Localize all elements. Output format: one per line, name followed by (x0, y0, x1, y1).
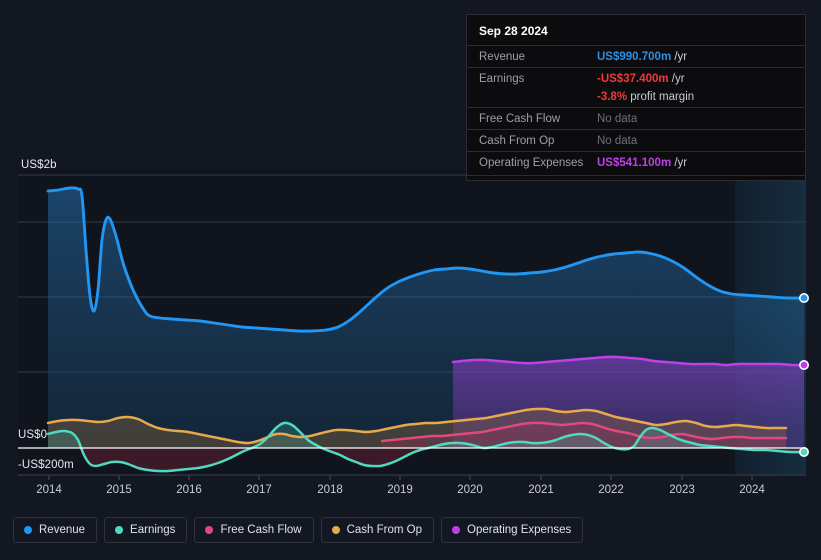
tooltip-row-value: US$990.700m /yr (597, 50, 688, 63)
tooltip-bottom-rule (467, 175, 805, 176)
legend-item-cash-from-op[interactable]: Cash From Op (320, 517, 435, 543)
tooltip-row-value: No data (597, 134, 638, 147)
legend-color-dot-icon (205, 526, 214, 534)
x-axis-tick-label: 2018 (317, 484, 343, 496)
x-axis-tick-label: 2021 (528, 484, 554, 496)
x-axis-tick-label: 2024 (739, 484, 765, 496)
legend-item-operating-expenses[interactable]: Operating Expenses (441, 517, 584, 543)
legend-item-label: Operating Expenses (467, 524, 572, 536)
x-axis-tick-label: 2020 (457, 484, 483, 496)
tooltip-row: Free Cash Flow No data (467, 107, 805, 129)
tooltip-row-label: Earnings (479, 72, 525, 85)
legend-item-label: Revenue (39, 524, 86, 536)
x-axis-tick-label: 2016 (176, 484, 202, 496)
x-axis-tick-label: 2019 (387, 484, 413, 496)
legend-item-earnings[interactable]: Earnings (104, 517, 188, 543)
legend-item-label: Free Cash Flow (220, 524, 302, 536)
tooltip-row-value: No data (597, 112, 638, 125)
y-axis-label-negative: -US$200m (18, 459, 74, 471)
tooltip-row-label: Cash From Op (479, 134, 555, 147)
legend-color-dot-icon (24, 526, 32, 534)
tooltip-row: -3.8% profit margin (467, 89, 805, 107)
x-axis-tick-label: 2022 (598, 484, 624, 496)
legend-color-dot-icon (115, 526, 124, 534)
tooltip-row-value: -3.8% profit margin (597, 90, 695, 103)
x-tick-marks (48, 475, 753, 480)
chart-tooltip: Sep 28 2024 Revenue US$990.700m /yr Earnin… (466, 14, 806, 181)
end-marker-revenue (798, 292, 809, 303)
tooltip-row-value: US$541.100m /yr (597, 156, 688, 169)
legend-item-label: Cash From Op (346, 524, 423, 536)
end-marker-operating-expenses (798, 359, 809, 370)
x-axis-tick-label: 2023 (669, 484, 695, 496)
tooltip-row: Operating Expenses US$541.100m /yr (467, 151, 805, 173)
tooltip-row: Cash From Op No data (467, 129, 805, 151)
tooltip-rows: Revenue US$990.700m /yr Earnings -US$37.400… (467, 45, 805, 173)
legend-item-revenue[interactable]: Revenue (13, 517, 98, 543)
legend-item-free-cash-flow[interactable]: Free Cash Flow (194, 517, 314, 543)
x-axis-tick-label: 2015 (106, 484, 132, 496)
tooltip-row-label: Free Cash Flow (479, 112, 561, 125)
chart-legend[interactable]: Revenue Earnings Free Cash Flow Cash From O… (13, 517, 584, 543)
tooltip-row: Earnings -US$37.400m /yr (467, 67, 805, 89)
end-marker-earnings (798, 446, 809, 457)
tooltip-row-label: Revenue (479, 50, 526, 63)
y-axis-label-zero: US$0 (18, 429, 48, 441)
tooltip-row: Revenue US$990.700m /yr (467, 45, 805, 67)
legend-color-dot-icon (452, 526, 461, 534)
x-axis-tick-label: 2017 (246, 484, 272, 496)
legend-item-label: Earnings (130, 524, 176, 536)
tooltip-row-value: -US$37.400m /yr (597, 72, 685, 85)
tooltip-row-label: Operating Expenses (479, 156, 584, 169)
y-axis-label-top: US$2b (21, 159, 57, 171)
tooltip-date: Sep 28 2024 (479, 24, 548, 38)
legend-color-dot-icon (331, 526, 340, 534)
x-axis-tick-label: 2014 (36, 484, 62, 496)
